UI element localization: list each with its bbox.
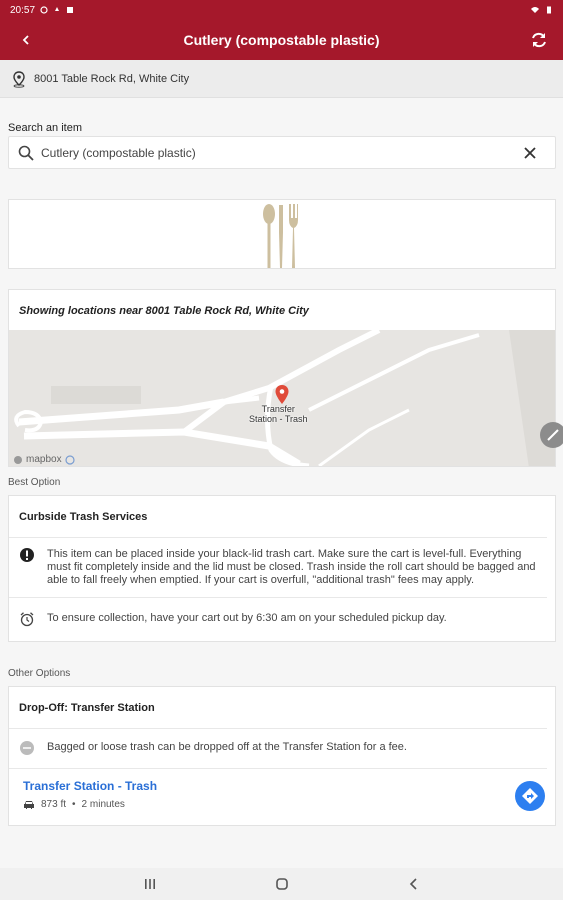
status-bar: 20:57 xyxy=(0,0,563,20)
app-icon xyxy=(67,7,74,13)
search-label: Search an item xyxy=(8,122,82,134)
back-nav-button[interactable] xyxy=(403,873,425,895)
best-option-time-text: To ensure collection, have your cart out… xyxy=(47,612,447,624)
directions-button[interactable] xyxy=(515,781,545,811)
location-separator: • xyxy=(72,799,76,810)
refresh-icon xyxy=(532,32,546,48)
other-option-info-row: Bagged or loose trash can be dropped off… xyxy=(9,729,547,769)
item-image-card xyxy=(8,199,556,269)
back-nav-icon xyxy=(409,878,417,890)
showing-locations-text: Showing locations near 8001 Table Rock R… xyxy=(19,305,309,317)
settings-icon xyxy=(40,6,48,14)
search-value: Cutlery (compostable plastic) xyxy=(41,145,196,160)
wifi-icon xyxy=(531,7,539,13)
search-input[interactable]: Cutlery (compostable plastic) xyxy=(8,136,556,169)
info-small-icon[interactable] xyxy=(64,454,75,465)
location-duration: 2 minutes xyxy=(81,799,125,810)
cutlery-icon xyxy=(263,204,298,268)
home-icon xyxy=(275,878,288,890)
best-option-card: Curbside Trash Services This item can be… xyxy=(8,495,556,642)
best-option-info-row: This item can be placed inside your blac… xyxy=(9,538,547,598)
best-option-info-text: This item can be placed inside your blac… xyxy=(47,548,536,586)
info-icon xyxy=(20,741,34,755)
other-option-info-text: Bagged or loose trash can be dropped off… xyxy=(47,741,407,753)
app-bar: Cutlery (compostable plastic) xyxy=(0,20,563,60)
scroll-handle[interactable] xyxy=(540,422,563,448)
map-marker-label: Transfer Station - Trash xyxy=(249,404,308,424)
search-icon xyxy=(18,145,34,161)
other-option-card: Drop-Off: Transfer Station Bagged or loo… xyxy=(8,686,556,826)
map-marker-icon[interactable] xyxy=(275,385,289,405)
location-distance: 873 ft xyxy=(41,799,67,810)
car-icon xyxy=(24,800,34,809)
address-bar[interactable]: 8001 Table Rock Rd, White City xyxy=(0,60,563,98)
home-button[interactable] xyxy=(271,873,293,895)
back-button[interactable] xyxy=(14,28,38,52)
address-text: 8001 Table Rock Rd, White City xyxy=(34,72,190,85)
mapbox-logo: mapbox xyxy=(13,454,75,465)
system-nav-bar xyxy=(0,868,563,900)
directions-icon xyxy=(522,788,538,804)
best-option-label: Best Option xyxy=(8,477,61,488)
recents-button[interactable] xyxy=(139,873,161,895)
page-title: Cutlery (compostable plastic) xyxy=(183,32,380,48)
status-time: 20:57 xyxy=(10,4,36,16)
map-card: Showing locations near 8001 Table Rock R… xyxy=(8,289,556,467)
other-options-label: Other Options xyxy=(8,668,71,679)
refresh-button[interactable] xyxy=(527,28,551,52)
mapbox-icon xyxy=(14,455,22,464)
best-option-title: Curbside Trash Services xyxy=(9,496,547,538)
battery-icon xyxy=(547,6,551,14)
map-view[interactable]: Transfer Station - Trash mapbox xyxy=(9,330,555,466)
pencil-icon xyxy=(547,429,559,441)
notification-icon xyxy=(55,7,60,11)
location-link[interactable]: Transfer Station - Trash xyxy=(9,769,555,795)
back-arrow-icon xyxy=(22,35,29,45)
best-option-time-row: To ensure collection, have your cart out… xyxy=(9,598,555,641)
close-icon[interactable] xyxy=(521,144,539,162)
other-option-title: Drop-Off: Transfer Station xyxy=(9,687,547,729)
info-icon xyxy=(20,548,34,562)
main-content: Search an item Cutlery (compostable plas… xyxy=(0,98,563,868)
alarm-clock-icon xyxy=(20,612,34,627)
recents-icon xyxy=(144,879,155,889)
location-pin-icon xyxy=(13,70,25,88)
location-details: 873 ft • 2 minutes xyxy=(9,795,555,814)
